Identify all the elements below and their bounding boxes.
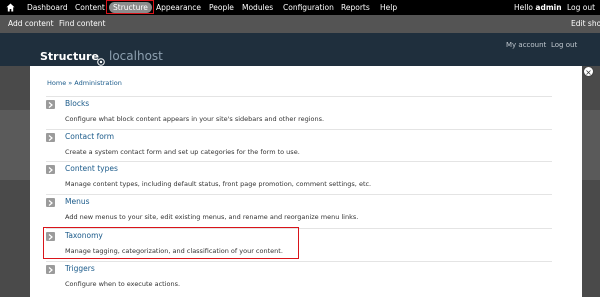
my-account-link[interactable]: My account bbox=[506, 41, 546, 49]
item-description: Configure what block content appears in … bbox=[65, 115, 325, 123]
item-title-link[interactable]: Menus bbox=[65, 197, 90, 206]
toolbar-item-content[interactable]: Content bbox=[75, 2, 105, 13]
home-icon[interactable] bbox=[6, 3, 15, 12]
toolbar-item-help[interactable]: Help bbox=[380, 2, 397, 13]
item-description: Manage content types, including default … bbox=[65, 180, 372, 188]
item-description: Add new menus to your site, edit existin… bbox=[65, 213, 359, 221]
chevron-right-icon[interactable] bbox=[46, 165, 55, 174]
item-description: Configure when to execute actions. bbox=[65, 280, 181, 288]
breadcrumb[interactable]: Home » Administration bbox=[47, 79, 122, 87]
list-item-menus: Menus Add new menus to your site, edit e… bbox=[46, 194, 552, 228]
chevron-right-icon[interactable] bbox=[46, 133, 55, 142]
list-item-triggers: Triggers Configure when to execute actio… bbox=[46, 261, 552, 295]
chevron-right-icon[interactable] bbox=[46, 100, 55, 109]
item-title-link[interactable]: Content types bbox=[65, 164, 118, 173]
item-description: Create a system contact form and set up … bbox=[65, 148, 300, 156]
toolbar-item-dashboard[interactable]: Dashboard bbox=[27, 2, 68, 13]
toolbar-item-reports[interactable]: Reports bbox=[341, 2, 370, 13]
logout-link[interactable]: Log out bbox=[551, 41, 577, 49]
toolbar-logout-link[interactable]: Log out bbox=[567, 2, 595, 13]
greeting-prefix: Hello bbox=[514, 3, 534, 12]
taxonomy-highlight-box bbox=[43, 227, 299, 259]
toolbar-item-modules[interactable]: Modules bbox=[242, 2, 273, 13]
list-item-contact-form: Contact form Create a system contact for… bbox=[46, 129, 552, 163]
chevron-right-icon[interactable] bbox=[46, 265, 55, 274]
greeting: Hello admin bbox=[514, 2, 562, 13]
item-title-link[interactable]: Contact form bbox=[65, 132, 114, 141]
page-title: Structure bbox=[40, 50, 99, 63]
shortcut-star-icon[interactable] bbox=[97, 51, 105, 66]
username-link[interactable]: admin bbox=[535, 3, 561, 12]
overlay-dialog: Home » Administration Blocks Configure w… bbox=[30, 66, 582, 297]
close-icon[interactable]: × bbox=[583, 66, 594, 77]
toolbar-item-people[interactable]: People bbox=[209, 2, 234, 13]
admin-toolbar: Dashboard Content Structure Appearance P… bbox=[0, 0, 600, 15]
item-title-link[interactable]: Triggers bbox=[65, 264, 95, 273]
list-item-content-types: Content types Manage content types, incl… bbox=[46, 161, 552, 195]
chevron-right-icon[interactable] bbox=[46, 198, 55, 207]
shortcut-add-content[interactable]: Add content bbox=[8, 19, 54, 28]
item-title-link[interactable]: Blocks bbox=[65, 99, 89, 108]
toolbar-item-appearance[interactable]: Appearance bbox=[156, 2, 201, 13]
structure-highlight-box bbox=[106, 0, 154, 14]
shortcut-find-content[interactable]: Find content bbox=[59, 19, 105, 28]
site-name: localhost bbox=[109, 49, 163, 63]
list-item-blocks: Blocks Configure what block content appe… bbox=[46, 96, 552, 130]
edit-shortcuts-link[interactable]: Edit shor bbox=[571, 19, 600, 28]
toolbar-item-configuration[interactable]: Configuration bbox=[283, 2, 334, 13]
shortcuts-bar: Add content Find content Edit shor bbox=[0, 15, 600, 33]
